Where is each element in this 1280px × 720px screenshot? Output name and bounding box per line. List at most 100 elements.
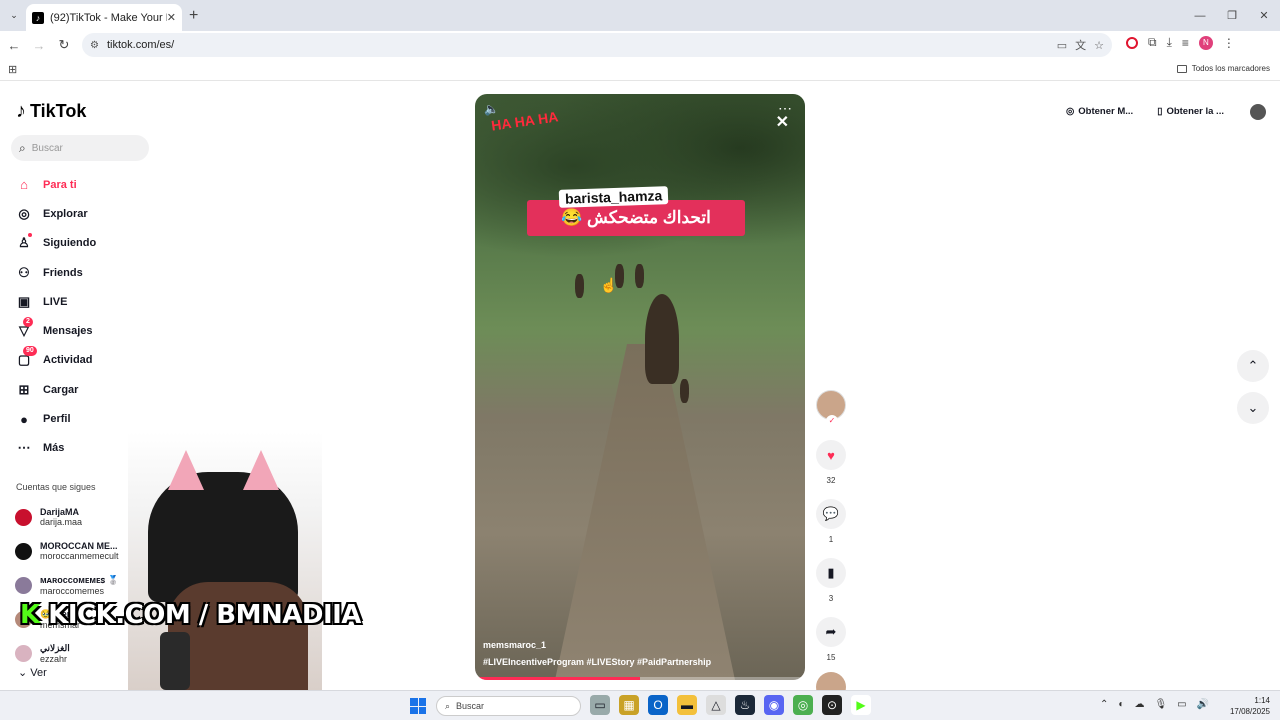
tray-app-icon[interactable]: ◐: [1118, 699, 1124, 710]
webcam-overlay: [128, 432, 322, 690]
following-item[interactable]: الغزلاني ezzahr: [15, 636, 119, 670]
see-more-button[interactable]: ⌄ Ver: [18, 666, 47, 679]
system-tray: ⌃ ◐ ☁ 🎙 ▭ 🔊: [1100, 699, 1209, 710]
creator-avatar[interactable]: ✓: [816, 390, 846, 427]
clock[interactable]: 1:14 17/08/2025: [1230, 695, 1270, 717]
outlook-icon[interactable]: O: [648, 695, 668, 715]
chevron-up-icon: ⌃: [1247, 358, 1259, 373]
close-window-button[interactable]: ✕: [1248, 0, 1280, 31]
nav-mas[interactable]: ⋯ Más: [15, 434, 96, 463]
activity-icon: ▢ 90: [15, 346, 37, 368]
file-explorer-icon[interactable]: ▬: [677, 695, 697, 715]
address-bar[interactable]: ⚙ tiktok.com/es/ ▭ 文 ☆: [82, 33, 1112, 57]
following-name: MOROCCAN ME...: [40, 541, 118, 551]
nav-explorar[interactable]: ◎ Explorar: [15, 199, 96, 228]
nav-siguiendo[interactable]: ♙ Siguiendo: [15, 229, 96, 258]
following-list: DarijaMA darija.maa MOROCCAN ME... morocca…: [15, 500, 119, 670]
bookmark-star-icon[interactable]: ☆: [1094, 39, 1104, 52]
forward-button[interactable]: →: [28, 34, 50, 56]
cloud-icon[interactable]: ☁: [1134, 699, 1144, 710]
volume-icon[interactable]: 🔊: [1197, 699, 1209, 710]
follow-check-icon[interactable]: ✓: [826, 415, 838, 427]
video-hashtags[interactable]: #LIVEIncentiveProgram #LIVEStory #PaidPa…: [483, 657, 711, 667]
restore-button[interactable]: ❐: [1216, 0, 1248, 31]
following-item[interactable]: MOROCCAN ME... moroccanmemecult: [15, 534, 119, 568]
tab-tiktok[interactable]: ♪ (92)TikTok - Make Your Day ✕: [26, 4, 182, 31]
activity-badge: 90: [23, 346, 37, 357]
task-view-icon[interactable]: ▭: [590, 695, 610, 715]
coin-icon: ◎: [1066, 106, 1075, 117]
tab-search-button[interactable]: ⌄: [6, 7, 22, 23]
network-icon[interactable]: ▭: [1177, 699, 1186, 710]
get-app-button[interactable]: ▯ Obtener la ...: [1151, 102, 1230, 121]
comment-icon: 💬: [822, 506, 840, 521]
apps-grid-icon[interactable]: ⊞: [8, 63, 17, 76]
nav-cargar[interactable]: ⊞ Cargar: [15, 375, 96, 404]
translate-icon[interactable]: 文: [1075, 37, 1086, 53]
new-tab-button[interactable]: +: [189, 7, 198, 25]
reload-button[interactable]: ↻: [53, 34, 75, 56]
nav-live[interactable]: ▣ LIVE: [15, 287, 96, 316]
user-avatar[interactable]: [1249, 103, 1266, 120]
comment-count: 1: [828, 535, 834, 544]
media-control-icon[interactable]: ≡: [1182, 36, 1189, 50]
nav-label: Para ti: [43, 178, 77, 191]
opera-extension-icon[interactable]: [1126, 36, 1138, 49]
tiktok-logo[interactable]: ♪ TikTok: [16, 100, 86, 123]
messages-badge: 2: [23, 317, 33, 328]
nav-friends[interactable]: ⚇ Friends: [15, 258, 96, 287]
taskbar-search-label: Buscar: [456, 701, 485, 711]
browser-menu-icon[interactable]: ⋮: [1223, 36, 1235, 50]
nav-para-ti[interactable]: ⌂ Para ti: [15, 170, 96, 199]
following-item[interactable]: DarijaMA darija.maa: [15, 500, 119, 534]
discord-icon[interactable]: ◉: [764, 695, 784, 715]
comment-button[interactable]: 💬: [816, 499, 846, 529]
opera-gx-icon[interactable]: ⊙: [822, 695, 842, 715]
save-button[interactable]: ▮: [816, 558, 846, 588]
get-coins-button[interactable]: ◎ Obtener M...: [1060, 102, 1139, 121]
top-right-actions: ◎ Obtener M... ▯ Obtener la ...: [1060, 102, 1266, 121]
video-progress[interactable]: [475, 677, 805, 680]
site-info-icon[interactable]: ⚙: [90, 40, 99, 51]
save-count: 3: [828, 594, 834, 603]
kick-app-icon[interactable]: ▶: [851, 695, 871, 715]
steam-icon[interactable]: ♨: [735, 695, 755, 715]
all-bookmarks-button[interactable]: Todos los marcadores: [1176, 64, 1270, 73]
close-tab-icon[interactable]: ✕: [167, 11, 176, 24]
messages-icon: ▽ 2: [15, 317, 33, 339]
next-video-button[interactable]: ⌄: [1237, 392, 1269, 424]
taskbar-search[interactable]: ⌕ Buscar: [436, 696, 581, 716]
nav-label: Perfil: [43, 413, 71, 426]
phone-icon: ▯: [1157, 106, 1163, 117]
cast-icon[interactable]: ▭: [1057, 39, 1067, 52]
following-icon: ♙: [15, 233, 33, 251]
overlay-name: barista_hamza: [558, 186, 669, 208]
search-icon: ⌕: [445, 700, 451, 711]
nav-mensajes[interactable]: ▽ 2 Mensajes: [15, 316, 96, 345]
windows-start-button[interactable]: [410, 698, 426, 714]
nav-actividad[interactable]: ▢ 90 Actividad: [15, 346, 96, 375]
share-button[interactable]: ➦: [816, 617, 846, 647]
chrome-icon[interactable]: ◎: [793, 695, 813, 715]
nav-label: Siguiendo: [43, 237, 97, 250]
like-button[interactable]: ♥: [816, 440, 846, 470]
extensions-icon[interactable]: ⧉: [1148, 35, 1157, 50]
minimize-button[interactable]: —: [1184, 0, 1216, 31]
nav-perfil[interactable]: ● Perfil: [15, 404, 96, 433]
avatar: [15, 542, 32, 560]
microphone-icon[interactable]: 🎙: [1154, 699, 1167, 710]
calculator-icon[interactable]: ▦: [619, 695, 639, 715]
following-item[interactable]: ᴍᴀʀᴏᴄᴄᴏᴍᴇᴍᴇꜱ 🥈 maroccomemes: [15, 568, 119, 602]
previous-video-button[interactable]: ⌃: [1237, 350, 1269, 382]
video-player[interactable]: 🔈 ⋯ ✕ HA HA HA 😂 اتحداك متضحكش barista_h…: [475, 94, 805, 680]
chevron-up-icon[interactable]: ⌃: [1100, 699, 1108, 710]
bookmark-icon: ▮: [827, 565, 835, 580]
video-author[interactable]: memsmaroc_1: [483, 640, 546, 650]
search-input[interactable]: ⌕ Buscar: [11, 135, 149, 161]
download-icon[interactable]: ⤓: [1167, 35, 1172, 50]
url-text: tiktok.com/es/: [106, 39, 175, 51]
photos-icon[interactable]: △: [706, 695, 726, 715]
profile-avatar[interactable]: N: [1198, 35, 1213, 50]
back-button[interactable]: ←: [3, 34, 25, 56]
volume-icon[interactable]: 🔈: [484, 102, 499, 116]
